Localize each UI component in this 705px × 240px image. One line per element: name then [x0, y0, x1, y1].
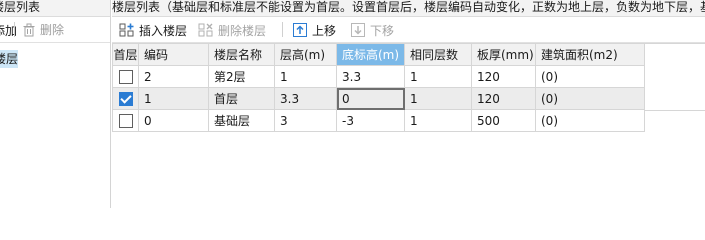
table-filler — [644, 43, 705, 111]
insert-floor-icon — [119, 23, 134, 37]
slab-thickness-cell[interactable]: 120 — [471, 87, 536, 110]
first-floor-cell[interactable] — [112, 109, 139, 132]
table-header-row: 首层 编码 楼层名称 层高(m) 底标高(m) 相同层数 板厚(mm) 建筑面积… — [112, 43, 645, 66]
first-floor-checkbox[interactable] — [118, 69, 133, 84]
same-count-cell[interactable]: 1 — [404, 87, 472, 110]
toolbar-separator — [14, 22, 15, 37]
insert-floor-label: 插入楼层 — [139, 23, 188, 38]
column-header-same-count[interactable]: 相同层数 — [404, 43, 472, 66]
name-cell[interactable]: 第2层 — [208, 65, 275, 88]
column-header-code[interactable]: 编码 — [138, 43, 209, 66]
delete-button[interactable]: 删除 — [22, 21, 64, 38]
move-down-label: 下移 — [370, 23, 395, 38]
arrow-up-icon — [293, 23, 307, 37]
bottom-elevation-cell[interactable]: -3 — [336, 109, 405, 132]
height-cell[interactable]: 3.3 — [274, 87, 337, 110]
first-floor-checkbox[interactable] — [118, 113, 133, 128]
column-header-height[interactable]: 层高(m) — [274, 43, 337, 66]
height-cell[interactable]: 1 — [274, 65, 337, 88]
height-cell[interactable]: 3 — [274, 109, 337, 132]
table-row[interactable]: 2 第2层 1 3.3 1 120 (0) — [112, 65, 645, 88]
bottom-elevation-cell[interactable]: 0 — [336, 87, 405, 110]
bottom-elevation-cell[interactable]: 3.3 — [336, 65, 405, 88]
code-cell[interactable]: 2 — [138, 65, 209, 88]
table-row[interactable]: 1 首层 3.3 0 1 120 (0) — [112, 87, 645, 110]
same-count-cell[interactable]: 1 — [404, 65, 472, 88]
slab-thickness-cell[interactable]: 120 — [471, 65, 536, 88]
building-area-cell[interactable]: (0) — [535, 87, 645, 110]
code-cell[interactable]: 1 — [138, 87, 209, 110]
trash-icon — [23, 23, 35, 36]
insert-floor-button[interactable]: 插入楼层 — [119, 20, 187, 40]
building-area-cell[interactable]: (0) — [535, 109, 645, 132]
name-cell[interactable]: 首层 — [208, 87, 275, 110]
left-toolbar: 添加 删除 — [0, 17, 110, 43]
column-header-slab-thickness[interactable]: 板厚(mm) — [471, 43, 536, 66]
move-up-button[interactable]: 上移 — [292, 20, 336, 40]
first-floor-checkbox[interactable] — [118, 91, 133, 106]
name-cell[interactable]: 基础层 — [208, 109, 275, 132]
column-header-building-area[interactable]: 建筑面积(m2) — [535, 43, 645, 66]
delete-floor-label: 删除楼层 — [218, 23, 267, 38]
code-cell[interactable]: 0 — [138, 109, 209, 132]
tree-item-label: 楼层 — [0, 52, 18, 66]
first-floor-cell[interactable] — [112, 65, 139, 88]
left-panel: 楼层列表 添加 删除 楼层 — [0, 0, 111, 208]
move-up-label: 上移 — [312, 23, 337, 38]
toolbar-separator — [282, 22, 283, 37]
slab-thickness-cell[interactable]: 500 — [471, 109, 536, 132]
same-count-cell[interactable]: 1 — [404, 109, 472, 132]
first-floor-cell[interactable] — [112, 87, 139, 110]
left-panel-title-text: 楼层列表 — [0, 0, 41, 14]
move-down-button[interactable]: 下移 — [350, 20, 394, 40]
main-toolbar: 插入楼层 删除楼层 上移 下移 — [112, 17, 705, 43]
tree-item-floors[interactable]: 楼层 — [0, 50, 18, 68]
delete-button-label: 删除 — [40, 23, 65, 37]
column-header-name[interactable]: 楼层名称 — [208, 43, 275, 66]
floor-table: 首层 编码 楼层名称 层高(m) 底标高(m) 相同层数 板厚(mm) 建筑面积… — [112, 43, 645, 132]
column-header-bottom-elevation[interactable]: 底标高(m) — [336, 43, 405, 66]
table-row[interactable]: 0 基础层 3 -3 1 500 (0) — [112, 109, 645, 132]
delete-floor-icon — [198, 23, 213, 37]
column-header-first-floor[interactable]: 首层 — [112, 43, 139, 66]
left-panel-title: 楼层列表 — [0, 0, 110, 17]
main-panel-title: 楼层列表（基础层和标准层不能设置为首层。设置首层后，楼层编码自动变化，正数为地上… — [112, 0, 705, 17]
arrow-down-icon — [351, 23, 365, 37]
building-area-cell[interactable]: (0) — [535, 65, 645, 88]
delete-floor-button[interactable]: 删除楼层 — [198, 20, 266, 40]
